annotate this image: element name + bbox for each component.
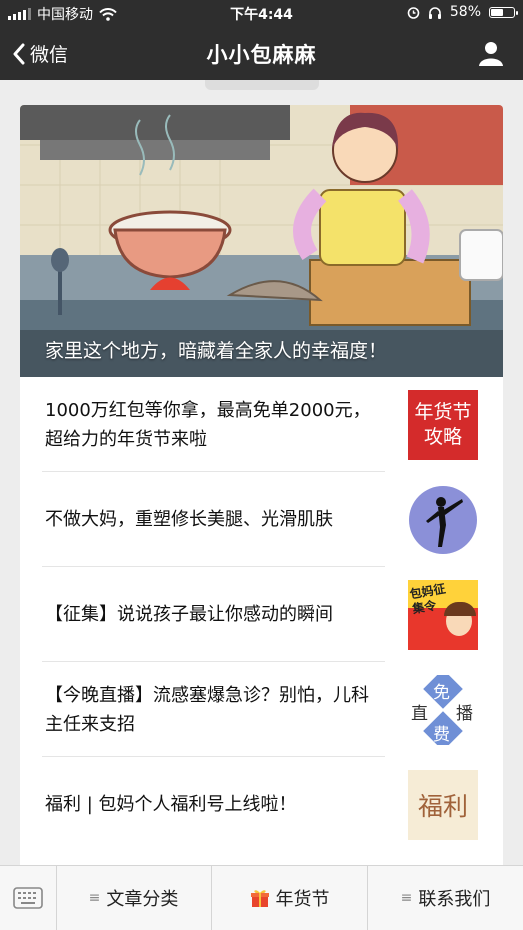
article-title: 福利 | 包妈个人福利号上线啦！ [45, 794, 297, 815]
tab-label: 年货节 [275, 889, 330, 910]
article-thumb: 年货节攻略 [408, 390, 478, 460]
article-item-3[interactable]: 【征集】说说孩子最让你感动的瞬间 包妈征集令 [20, 567, 503, 662]
article-title: 1000万红包等你拿，最高免单2000元，超给力的年货节来啦 [45, 399, 371, 450]
tab-label: 文章分类 [106, 889, 179, 910]
article-item-5[interactable]: 福利 | 包妈个人福利号上线啦！ 福利 [20, 757, 503, 852]
article-thumb [408, 485, 478, 555]
article-item-2[interactable]: 不做大妈，重塑修长美腿、光滑肌肤 [20, 472, 503, 567]
headphones-icon [428, 6, 441, 19]
profile-icon[interactable] [477, 39, 505, 67]
menu-icon: ≡ [400, 890, 413, 906]
tab-article-category[interactable]: ≡ 文章分类 [56, 866, 212, 930]
tab-nianhuojie[interactable]: 年货节 [212, 866, 368, 930]
article-thumb: 福利 [408, 770, 478, 840]
article-thumb: 免 直 播 费 [408, 675, 478, 745]
status-bar: 中国移动 下午4:44 58% [0, 0, 523, 26]
thumb-nianhuojie: 年货节攻略 [408, 390, 478, 460]
thumb-fuli: 福利 [408, 770, 478, 840]
bottom-menu-bar: ≡ 文章分类 年货节 ≡ 联系我们 [0, 865, 523, 930]
gift-icon [250, 890, 269, 907]
article-thumb: 包妈征集令 [408, 580, 478, 650]
article-item-4[interactable]: 【今晚直播】流感塞爆急诊？别怕，儿科主任来支招 免 直 播 费 [20, 662, 503, 757]
page-title: 小小包麻麻 [206, 43, 317, 67]
battery-icon [489, 6, 518, 18]
keyboard-toggle-button[interactable] [0, 866, 57, 930]
article-card: 家里这个地方，暗藏着全家人的幸福度！ 1000万红包等你拿，最高免单2000元，… [20, 105, 503, 875]
keyboard-icon [13, 887, 43, 909]
nav-bar: 微信 小小包麻麻 [0, 26, 523, 80]
date-tab [205, 80, 319, 90]
alarm-icon [407, 6, 420, 19]
thumb-free-live: 免 直 播 费 [408, 675, 478, 745]
article-title: 【征集】说说孩子最让你感动的瞬间 [45, 604, 333, 625]
battery-percent: 58% [449, 4, 481, 20]
menu-icon: ≡ [88, 890, 101, 906]
article-title: 【今晚直播】流感塞爆急诊？别怕，儿科主任来支招 [45, 684, 369, 735]
article-title: 不做大妈，重塑修长美腿、光滑肌肤 [45, 509, 333, 530]
tab-label: 联系我们 [418, 889, 491, 910]
cover-article[interactable]: 家里这个地方，暗藏着全家人的幸福度！ [20, 105, 503, 377]
cover-caption: 家里这个地方，暗藏着全家人的幸福度！ [45, 340, 388, 362]
thumb-zhengjiling: 包妈征集令 [408, 580, 478, 650]
tab-contact-us[interactable]: ≡ 联系我们 [368, 866, 523, 930]
article-item-1[interactable]: 1000万红包等你拿，最高免单2000元，超给力的年货节来啦 年货节攻略 [20, 377, 503, 472]
yoga-silhouette-image [409, 486, 477, 554]
status-right: 58% [407, 4, 518, 20]
